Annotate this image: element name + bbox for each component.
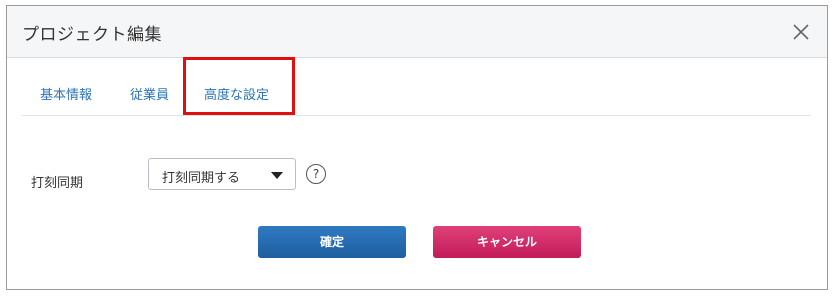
close-icon[interactable] [789,20,813,44]
dialog-title: プロジェクト編集 [22,25,162,45]
help-icon[interactable]: ? [306,164,326,184]
chevron-down-icon [271,172,283,179]
punch-sync-value: 打刻同期する [162,171,241,186]
tab-basic-info[interactable]: 基本情報 [40,84,92,103]
punch-sync-select[interactable]: 打刻同期する [148,158,296,190]
tab-bar: 基本情報 従業員 高度な設定 [22,58,811,116]
dialog-header: プロジェクト編集 [7,6,827,58]
tab-employees[interactable]: 従業員 [130,84,169,103]
confirm-button[interactable]: 確定 [258,226,406,258]
cancel-button[interactable]: キャンセル [433,226,581,258]
tab-advanced-settings[interactable]: 高度な設定 [204,84,269,103]
project-edit-dialog: プロジェクト編集 基本情報 従業員 高度な設定 打刻同期 打刻同期する ? 確定… [6,5,828,290]
punch-sync-label: 打刻同期 [31,176,84,191]
